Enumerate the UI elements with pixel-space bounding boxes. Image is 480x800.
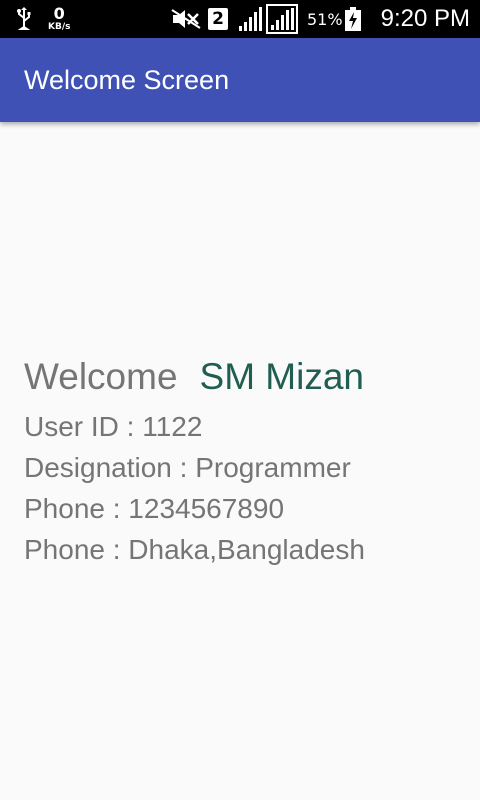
- network-speed-value: 0: [53, 4, 65, 23]
- sim-slot-number: 2: [208, 8, 228, 30]
- network-speed-unit: KB/s: [48, 22, 71, 32]
- app-bar-title: Welcome Screen: [24, 64, 230, 95]
- sim-icon: 2: [208, 0, 228, 38]
- user-id: User ID : 1122: [24, 411, 203, 442]
- network-speed: 0 KB/s: [48, 0, 70, 38]
- battery-charging-icon: [344, 0, 362, 38]
- usb-icon: [16, 0, 32, 38]
- clock: 9:20 PM: [380, 5, 470, 32]
- welcome-label: Welcome: [24, 356, 178, 397]
- battery-percent: 51%: [307, 9, 343, 29]
- profile-details: Welcome SM Mizan User ID : 1122 Designat…: [24, 356, 365, 570]
- status-bar: 0 KB/s 2 51% 9:20 PM: [0, 0, 480, 38]
- user-phone: Phone : 1234567890: [24, 493, 285, 524]
- signal-icon: [238, 0, 264, 38]
- user-address: Phone : Dhaka,Bangladesh: [24, 534, 365, 565]
- user-designation: Designation : Programmer: [24, 452, 351, 483]
- user-name: SM Mizan: [199, 356, 365, 397]
- signal-icon-secondary: [266, 0, 298, 38]
- mute-icon: [170, 0, 202, 38]
- app-bar: Welcome Screen: [0, 38, 480, 122]
- welcome-line: Welcome SM Mizan: [24, 356, 365, 406]
